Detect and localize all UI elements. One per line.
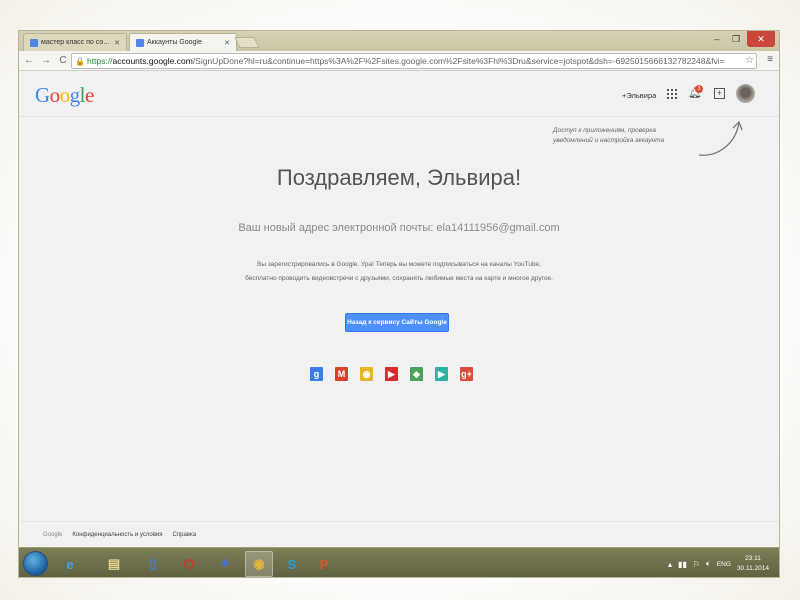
taskbar-skype-icon[interactable]: S bbox=[278, 551, 306, 577]
hint-line: уведомлений и настройка аккаунта bbox=[553, 137, 665, 144]
maps-icon[interactable]: ◆ bbox=[410, 367, 423, 381]
footer-privacy-link[interactable]: Конфиденциальность и условия bbox=[72, 532, 162, 538]
google-services-row: g M ◉ ▶ ◆ ▶ g+ bbox=[310, 367, 473, 381]
start-button[interactable] bbox=[23, 551, 48, 576]
show-hidden-icons-icon[interactable]: ▴ bbox=[668, 560, 672, 569]
signup-description: Вы зарегистрировались в Google. Ура! Теп… bbox=[169, 258, 629, 286]
taskbar-powerpoint-icon[interactable]: P bbox=[310, 551, 338, 577]
apps-grid-icon[interactable] bbox=[667, 89, 677, 99]
logo-letter: e bbox=[85, 83, 94, 107]
account-hint: Доступ к приложениям, проверка уведомлен… bbox=[553, 126, 683, 146]
clock[interactable]: 23:11 30.11.2014 bbox=[737, 554, 769, 574]
google-logo[interactable]: Google bbox=[35, 83, 94, 108]
address-bar[interactable]: 🔒 https:// accounts.google.com /SignUpDo… bbox=[71, 53, 757, 69]
tab-bar: мастер класс по создан ✕ Аккаунты Google… bbox=[19, 31, 779, 51]
logo-letter: o bbox=[59, 83, 71, 107]
language-indicator[interactable]: ENG bbox=[717, 561, 731, 568]
system-tray: ▴ ▮▮ ⚐ 🔈︎ ENG 23:11 30.11.2014 bbox=[668, 552, 769, 576]
google-plus-red-icon[interactable]: g+ bbox=[460, 367, 473, 381]
url-scheme: https:// bbox=[86, 56, 113, 66]
url-path: /SignUpDone?hl=ru&continue=https%3A%2F%2… bbox=[192, 56, 725, 66]
tab-label: Аккаунты Google bbox=[147, 39, 202, 46]
user-profile-link[interactable]: +Эльвира bbox=[622, 91, 656, 100]
taskbar-internet-explorer-icon[interactable]: e bbox=[56, 551, 84, 577]
google-header: Google +Эльвира 🔔︎ 3 + bbox=[19, 72, 779, 117]
close-window-button[interactable]: ✕ bbox=[747, 31, 775, 47]
chrome-icon[interactable]: ◉ bbox=[360, 367, 373, 381]
footer-help-link[interactable]: Справка bbox=[173, 532, 197, 538]
close-tab-icon[interactable]: ✕ bbox=[114, 39, 120, 47]
network-icon[interactable]: ▮▮ bbox=[678, 560, 687, 569]
logo-letter: g bbox=[69, 83, 81, 107]
account-avatar[interactable] bbox=[736, 84, 755, 103]
share-plus-icon[interactable]: + bbox=[714, 88, 725, 99]
google-plus-blue-icon[interactable]: g bbox=[310, 367, 323, 381]
screenshot-frame: мастер класс по создан ✕ Аккаунты Google… bbox=[18, 30, 780, 578]
clock-time: 23:11 bbox=[745, 555, 761, 562]
description-line: бесплатно проводить видеовстречи с друзь… bbox=[245, 275, 553, 282]
new-tab-button[interactable] bbox=[234, 37, 260, 48]
taskbar-phone-app-icon[interactable]: ▯ bbox=[139, 551, 167, 577]
flag-icon[interactable]: ⚐ bbox=[693, 560, 700, 569]
back-button[interactable]: ← bbox=[22, 55, 36, 66]
gmail-icon[interactable]: M bbox=[335, 367, 348, 381]
browser-toolbar: ← → C 🔒 https:// accounts.google.com /Si… bbox=[19, 51, 779, 71]
lock-icon: 🔒 bbox=[75, 56, 85, 66]
sites-favicon-icon bbox=[136, 38, 144, 47]
description-line: Вы зарегистрировались в Google. Ура! Теп… bbox=[257, 261, 541, 268]
play-icon[interactable]: ▶ bbox=[435, 367, 448, 381]
close-tab-icon[interactable]: ✕ bbox=[224, 39, 230, 47]
chrome-menu-icon[interactable]: ≡ bbox=[767, 54, 773, 65]
tab-google-accounts[interactable]: Аккаунты Google ✕ bbox=[129, 33, 237, 51]
youtube-icon[interactable]: ▶ bbox=[385, 367, 398, 381]
maximize-button[interactable]: ❐ bbox=[727, 31, 745, 47]
logo-letter: G bbox=[35, 83, 50, 107]
footer-google-link[interactable]: Google bbox=[43, 532, 62, 538]
taskbar-paint-app-icon[interactable]: ✦ bbox=[211, 551, 239, 577]
taskbar-chrome-icon[interactable]: ◉ bbox=[245, 551, 273, 577]
sites-favicon-icon bbox=[30, 38, 38, 47]
forward-button[interactable]: → bbox=[39, 55, 53, 66]
tab-label: мастер класс по создан bbox=[41, 39, 112, 46]
volume-icon[interactable]: 🔈︎ bbox=[706, 559, 711, 569]
logo-letter: o bbox=[49, 83, 61, 107]
new-email-address: Ваш новый адрес электронной почты: ela14… bbox=[238, 222, 560, 234]
page-title: Поздравляем, Эльвира! bbox=[276, 165, 522, 190]
windows-taskbar: e ▤ ▯ ⏻ ✦ ◉ S P ▴ ▮▮ ⚐ 🔈︎ ENG 23:11 30.11.2014 bbox=[19, 547, 779, 577]
url-host: accounts.google.com bbox=[112, 56, 193, 66]
page-footer: Google Конфиденциальность и условия Спра… bbox=[19, 521, 779, 547]
back-to-sites-button[interactable]: Назад к сервису Сайты Google bbox=[345, 313, 449, 332]
taskbar-power-app-icon[interactable]: ⏻ bbox=[175, 551, 203, 577]
clock-date: 30.11.2014 bbox=[736, 565, 769, 572]
curved-arrow-icon bbox=[698, 120, 743, 156]
minimize-button[interactable]: – bbox=[707, 31, 727, 47]
bookmark-star-icon[interactable]: ☆ bbox=[743, 55, 754, 66]
reload-button[interactable]: C bbox=[56, 55, 70, 66]
hint-line: Доступ к приложениям, проверка bbox=[553, 127, 656, 134]
notification-count-badge: 3 bbox=[695, 85, 703, 93]
tab-master-class[interactable]: мастер класс по создан ✕ bbox=[23, 33, 127, 51]
taskbar-file-explorer-icon[interactable]: ▤ bbox=[100, 551, 128, 577]
